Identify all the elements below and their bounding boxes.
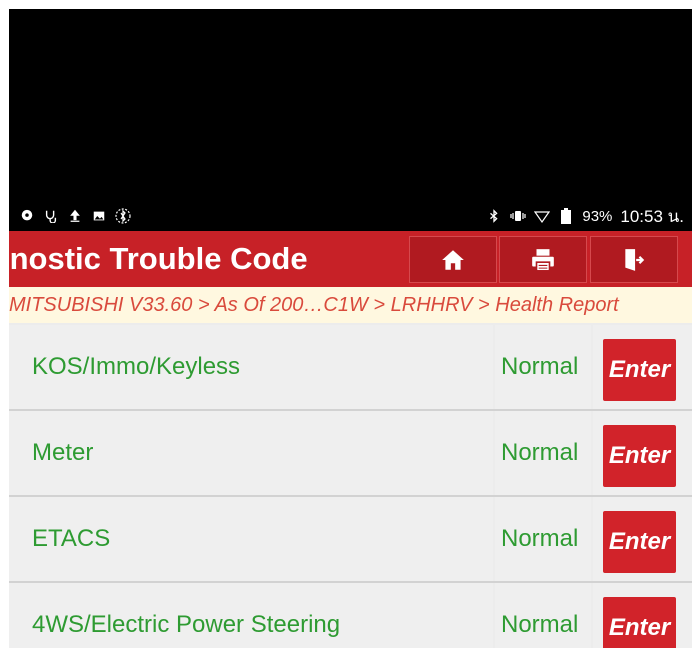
status-bar: 93% 10:53 น.	[9, 199, 692, 233]
enter-button[interactable]: Enter	[603, 339, 676, 401]
page-title: ınostic Trouble Code	[9, 241, 308, 276]
exit-button[interactable]	[590, 236, 678, 283]
list-item: Meter Normal Enter	[9, 411, 692, 497]
bluetooth-icon	[486, 208, 502, 224]
vibrate-icon	[510, 208, 526, 224]
system-status: Normal	[501, 611, 579, 638]
enter-button[interactable]: Enter	[603, 511, 676, 573]
app-screen: 93% 10:53 น. ınostic Trouble Code MITSUB…	[9, 9, 692, 648]
list-item: 4WS/Electric Power Steering Normal Enter	[9, 583, 692, 648]
enter-button[interactable]: Enter	[603, 425, 676, 487]
top-black-area	[9, 9, 692, 231]
system-status: Normal	[501, 525, 579, 552]
print-icon	[532, 248, 554, 272]
clock: 10:53 น.	[620, 206, 684, 226]
system-name: KOS/Immo/Keyless	[32, 353, 241, 380]
system-name: Meter	[32, 439, 94, 466]
title-bar: ınostic Trouble Code	[9, 231, 692, 287]
list-item: ETACS Normal Enter	[9, 497, 692, 583]
system-status: Normal	[501, 353, 579, 380]
chat-icon	[19, 208, 35, 224]
system-status: Normal	[501, 439, 579, 466]
home-button[interactable]	[409, 236, 497, 283]
wifi-icon	[534, 208, 551, 224]
home-icon	[442, 249, 464, 270]
system-name: ETACS	[32, 525, 111, 552]
enter-button[interactable]: Enter	[603, 597, 676, 648]
breadcrumb: MITSUBISHI V33.60 > As Of 200…C1W > LRHH…	[9, 287, 692, 323]
upload-icon	[67, 208, 83, 224]
print-button[interactable]	[499, 236, 587, 283]
exit-icon	[625, 248, 645, 271]
system-name: 4WS/Electric Power Steering	[32, 611, 341, 638]
battery-percent: 93%	[582, 207, 613, 225]
stethoscope-icon	[43, 208, 59, 224]
system-list: KOS/Immo/Keyless Normal Enter Meter Norm…	[9, 325, 692, 648]
bluetooth-circle-icon	[115, 208, 131, 224]
battery-icon	[558, 208, 574, 224]
list-item: KOS/Immo/Keyless Normal Enter	[9, 325, 692, 411]
image-icon	[91, 208, 107, 224]
